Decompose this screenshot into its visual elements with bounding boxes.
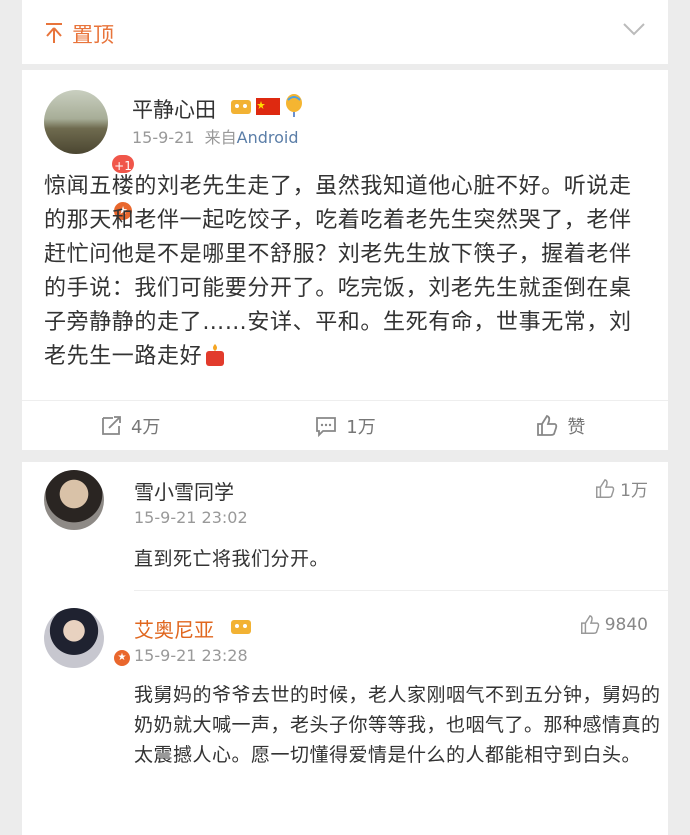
post-actions: 4万 1万 赞 (22, 400, 668, 450)
comment-text: 直到死亡将我们分开。 (134, 548, 330, 570)
like-button[interactable]: 赞 (453, 401, 668, 450)
comment-count: 1万 (346, 416, 376, 438)
comment-divider (134, 590, 668, 591)
post-username[interactable]: 平静心田 (132, 94, 216, 124)
source-prefix: 来自 (204, 128, 237, 147)
avatar[interactable] (44, 470, 104, 530)
repost-button[interactable]: 4万 (22, 401, 237, 450)
post-source[interactable]: Android (237, 128, 299, 147)
crown-icon (231, 100, 251, 114)
comment-time: 15-9-21 23:28 (134, 646, 248, 665)
comment-icon (316, 416, 337, 437)
post-date: 15-9-21 (132, 128, 195, 147)
comment-username[interactable]: 雪小雪同学 (134, 476, 234, 505)
repost-icon (102, 415, 121, 435)
comment-username[interactable]: 艾奥尼亚 (134, 614, 214, 643)
post-text-body: 惊闻五楼的刘老先生走了，虽然我知道他心脏不好。听说走的那天和老伴一起吃饺子，吃着… (44, 174, 632, 369)
post-meta: 15-9-21 来自Android (132, 124, 299, 148)
comment-list: 雪小雪同学 15-9-21 23:02 1万 直到死亡将我们分开。 ★ 艾奥尼亚… (22, 462, 668, 835)
comment-text: 我舅妈的爷爷去世的时候，老人家刚咽气不到五分钟，舅妈的奶奶就大喊一声，老头子你等… (134, 684, 661, 766)
comment-like-button[interactable]: 9840 (579, 614, 648, 636)
verified-badge-icon: ★ (112, 648, 132, 668)
comment-time: 15-9-21 23:02 (134, 508, 248, 527)
weibo-post: +1 ★ 平静心田 15-9-21 来自Android 惊闻五楼的刘老先生走了，… (22, 70, 668, 450)
pinned-label: 置顶 (72, 23, 114, 47)
comment-like-count: 9840 (604, 615, 648, 635)
balloon-icon (286, 94, 302, 117)
repost-count: 4万 (130, 416, 161, 438)
pin-icon (46, 23, 62, 43)
thumbs-up-icon (537, 414, 558, 436)
comment-like-count: 1万 (620, 481, 648, 501)
pinned-bar[interactable]: 置顶 (22, 0, 668, 64)
thumbs-up-icon (580, 614, 600, 634)
comment-item: 雪小雪同学 15-9-21 23:02 1万 直到死亡将我们分开。 (22, 462, 668, 582)
like-label: 赞 (567, 416, 586, 438)
china-flag-icon (256, 98, 280, 115)
avatar[interactable] (44, 90, 108, 154)
chevron-down-icon[interactable] (622, 22, 646, 36)
comment-button[interactable]: 1万 (237, 401, 452, 450)
comment-like-button[interactable]: 1万 (594, 476, 648, 501)
thumbs-up-icon (596, 478, 615, 498)
candle-icon (206, 344, 225, 366)
post-text: 惊闻五楼的刘老先生走了，虽然我知道他心脏不好。听说走的那天和老伴一起吃饺子，吃着… (44, 170, 654, 374)
avatar[interactable] (44, 608, 104, 668)
crown-icon (231, 620, 251, 634)
comment-item: ★ 艾奥尼亚 15-9-21 23:28 9840 我舅妈的爷爷去世的时候，老人… (22, 600, 668, 835)
